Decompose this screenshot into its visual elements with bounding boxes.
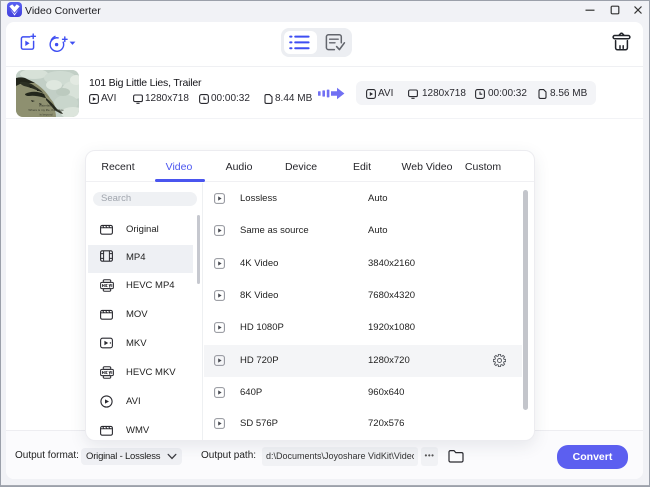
svg-text:Waterfall g: Waterfall g [39, 104, 54, 108]
svg-text:is beyond: is beyond [40, 113, 53, 117]
svg-text:Where is my life, the stage: Where is my life, the stage [28, 108, 64, 112]
